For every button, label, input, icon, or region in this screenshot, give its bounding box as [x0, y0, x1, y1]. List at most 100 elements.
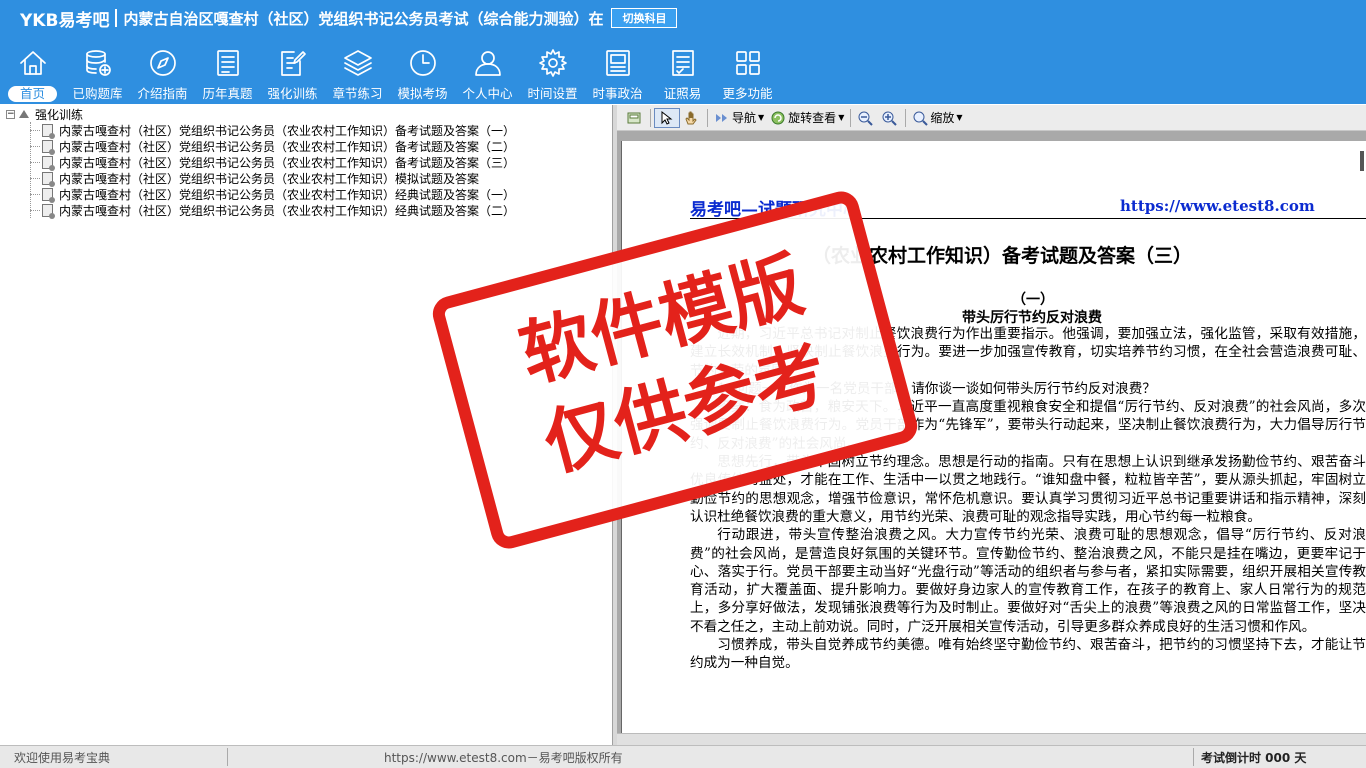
- chevron-down-icon: ▼: [758, 113, 765, 122]
- nav-current-affairs[interactable]: 时事政治: [585, 44, 650, 104]
- hand-icon: [685, 111, 697, 124]
- tree-item-label: 内蒙古嘎查村（社区）党组织书记公务员（农业农村工作知识）备考试题及答案（一）: [59, 123, 516, 138]
- app-logo: YKB易考吧: [20, 10, 110, 31]
- tree-connector: [30, 177, 40, 179]
- select-tool-button[interactable]: [654, 107, 680, 128]
- tree-connector: [30, 145, 40, 147]
- home-icon: [19, 51, 46, 75]
- layers-icon: [343, 50, 372, 76]
- folder-triangle-icon: [19, 110, 29, 118]
- list-icon: [216, 50, 239, 76]
- navigation-dropdown[interactable]: 导航 ▼: [711, 108, 767, 128]
- title-bar: YKB易考吧 内蒙古自治区嘎查村（社区）党组织书记公务员考试（综合能力测验）在 …: [0, 0, 1366, 36]
- tree-item[interactable]: 内蒙古嘎查村（社区）党组织书记公务员（农业农村工作知识）备考试题及答案（三）: [30, 154, 515, 171]
- tree-item[interactable]: 内蒙古嘎查村（社区）党组织书记公务员（农业农村工作知识）备考试题及答案（二）: [30, 138, 516, 155]
- zoom-out-button[interactable]: [854, 108, 878, 128]
- horizontal-scrollbar[interactable]: [617, 733, 1366, 745]
- nav-more[interactable]: 更多功能: [715, 44, 780, 104]
- document-viewer: 导航 ▼ 旋转查看 ▼ 缩放 ▼ 易考吧—试题研究中心 https://www.…: [617, 105, 1366, 745]
- zoom-out-icon: [858, 111, 874, 126]
- exam-title: 内蒙古自治区嘎查村（社区）党组织书记公务员考试（综合能力测验）在: [123, 9, 604, 28]
- news-icon: [605, 50, 630, 76]
- nav-chapter[interactable]: 章节练习: [325, 44, 390, 104]
- nav-purchased[interactable]: 已购题库: [65, 44, 130, 104]
- nav-certificate[interactable]: 证照易: [650, 44, 715, 104]
- paragraph: 行动跟进，带头宣传整治浪费之风。大力宣传节约光荣、浪费可耻的思想观念，倡导“厉行…: [690, 527, 1366, 635]
- nav-label: 证照易: [663, 86, 702, 101]
- zoom-in-button[interactable]: [878, 108, 902, 128]
- nav-label: 时事政治: [592, 86, 643, 101]
- hand-tool-button[interactable]: [680, 108, 704, 128]
- document-section: （一）: [1012, 292, 1054, 308]
- nav-guide[interactable]: 介绍指南: [130, 44, 195, 104]
- toolbar-separator: [707, 108, 708, 127]
- document-area[interactable]: 易考吧—试题研究中心 https://www.etest8.com （农业农村工…: [617, 131, 1366, 745]
- nav-label: 模拟考场: [397, 86, 448, 101]
- document-icon: [42, 123, 55, 139]
- app-header: YKB易考吧 内蒙古自治区嘎查村（社区）党组织书记公务员考试（综合能力测验）在 …: [0, 0, 1366, 104]
- document-icon: [42, 203, 55, 219]
- tree-connector: [30, 161, 40, 163]
- tree-connector: [30, 209, 40, 211]
- status-welcome: 欢迎使用易考宝典: [14, 751, 111, 765]
- toolbar-separator: [850, 108, 852, 127]
- tree-item-label: 内蒙古嘎查村（社区）党组织书记公务员（农业农村工作知识）备考试题及答案（二）: [59, 139, 516, 154]
- nav-time-settings[interactable]: 时间设置: [520, 44, 585, 104]
- toolbar-separator: [905, 108, 907, 127]
- chevron-down-icon: ▼: [956, 113, 963, 122]
- paragraph: 近期，习近平总书记对制止餐饮浪费行为作出重要指示。他强调，要加强立法，强化监管，…: [690, 326, 1366, 379]
- compass-icon: [149, 50, 176, 76]
- navigation-label: 导航: [732, 111, 757, 125]
- switch-subject-button[interactable]: 切换科目: [611, 8, 678, 28]
- vertical-scroll-thumb[interactable]: [1360, 151, 1364, 171]
- tree-root[interactable]: − 强化训练: [6, 107, 84, 122]
- rotate-dropdown[interactable]: 旋转查看 ▼: [767, 108, 847, 128]
- nav-home[interactable]: 首页: [0, 44, 65, 104]
- paragraph: 1. 问题一：作为一名党员干部，请你谈一谈如何带头厉行节约反对浪费？: [717, 380, 1156, 397]
- tree-item[interactable]: 内蒙古嘎查村（社区）党组织书记公务员（农业农村工作知识）经典试题及答案（二）: [30, 202, 516, 219]
- chevron-down-icon: ▼: [838, 113, 845, 122]
- zoom-dropdown[interactable]: 缩放 ▼: [909, 108, 965, 128]
- document-icon: [42, 155, 55, 171]
- document-icon: [42, 171, 55, 187]
- tree-item[interactable]: 内蒙古嘎查村（社区）党组织书记公务员（农业农村工作知识）经典试题及答案（一）: [30, 186, 515, 203]
- collapse-toggle[interactable]: −: [6, 109, 15, 119]
- document-page: 易考吧—试题研究中心 https://www.etest8.com （农业农村工…: [621, 141, 1366, 745]
- rotate-icon: [771, 111, 785, 124]
- tree-item[interactable]: 内蒙古嘎查村（社区）党组织书记公务员（农业农村工作知识）备考试题及答案（一）: [30, 122, 516, 139]
- navigation-icon: [716, 113, 727, 122]
- paragraph: 习惯养成，带头自觉养成节约美德。唯有始终坚守勤俭节约、艰苦奋斗，把节约的习惯坚持…: [690, 637, 1366, 672]
- clock-icon: [409, 50, 436, 76]
- nav-label: 时间设置: [527, 86, 578, 101]
- save-icon: [627, 112, 641, 123]
- paragraph: 思想先行，带头牢固树立节约理念。思想是行动的指南。只有在思想上认识到继承发扬勤俭…: [690, 454, 1366, 525]
- nav-label: 更多功能: [722, 86, 773, 101]
- magnifier-icon: [913, 111, 929, 126]
- nav-profile[interactable]: 个人中心: [455, 44, 520, 104]
- status-bar: 欢迎使用易考宝典 https://www.etest8.com－易考吧版权所有 …: [0, 745, 1366, 768]
- nav-intensive[interactable]: 强化训练: [260, 44, 325, 104]
- nav-label: 首页: [7, 86, 57, 102]
- viewer-toolbar: 导航 ▼ 旋转查看 ▼ 缩放 ▼: [617, 105, 1366, 131]
- edit-icon: [280, 51, 306, 76]
- tree-item-label: 内蒙古嘎查村（社区）党组织书记公务员（农业农村工作知识）模拟试题及答案: [59, 171, 480, 186]
- document-icon: [42, 139, 55, 155]
- cursor-icon: [661, 110, 673, 125]
- tree-item[interactable]: 内蒙古嘎查村（社区）党组织书记公务员（农业农村工作知识）模拟试题及答案: [30, 170, 480, 187]
- certificate-icon: [671, 50, 694, 76]
- document-subtitle: 带头厉行节约反对浪费: [962, 310, 1102, 326]
- save-button[interactable]: [623, 108, 647, 128]
- tree-item-label: 内蒙古嘎查村（社区）党组织书记公务员（农业农村工作知识）经典试题及答案（二）: [59, 203, 516, 218]
- nav-label: 已购题库: [72, 86, 123, 101]
- tree-root-label: 强化训练: [35, 107, 84, 122]
- main-nav: 首页 已购题库 介绍指南 历年真题 强化训练 章节练习 模拟考场 个人中心 时间…: [0, 44, 780, 104]
- gear-icon: [538, 49, 567, 77]
- document-header: 易考吧—试题研究中心 https://www.etest8.com: [690, 193, 1366, 220]
- document-icon: [42, 187, 55, 203]
- status-divider: [1193, 748, 1194, 766]
- document-url: https://www.etest8.com: [1120, 197, 1315, 215]
- nav-past-exams[interactable]: 历年真题: [195, 44, 260, 104]
- nav-label: 章节练习: [332, 86, 383, 101]
- nav-mock-exam[interactable]: 模拟考场: [390, 44, 455, 104]
- zoom-label: 缩放: [930, 111, 955, 125]
